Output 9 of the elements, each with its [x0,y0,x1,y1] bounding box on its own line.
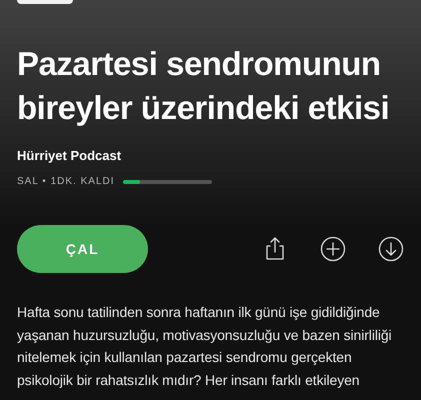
episode-title: Pazartesi sendromunun bireyler üzerindeki etkisi [17,44,390,128]
cover-image [17,0,73,4]
download-button[interactable] [378,236,404,262]
episode-meta: SAL • 1DK. KALDI [17,176,114,187]
show-name[interactable]: Hürriyet Podcast [17,148,404,163]
episode-description: Hafta sonu tatilinden sonra haftanın ilk günü işe gidildiğinde yaşanan huzursuzluğu, motivasyonsuzluğu ve bazen sinirliliği nitelemek için kullanılan pazartesi sendromu gerçekten psikolojik bir rahatsızlık mıdır? Her insanı farklı etkileyen [17,303,393,390]
add-button[interactable] [320,236,346,262]
download-icon [378,236,404,262]
add-icon [320,236,346,262]
